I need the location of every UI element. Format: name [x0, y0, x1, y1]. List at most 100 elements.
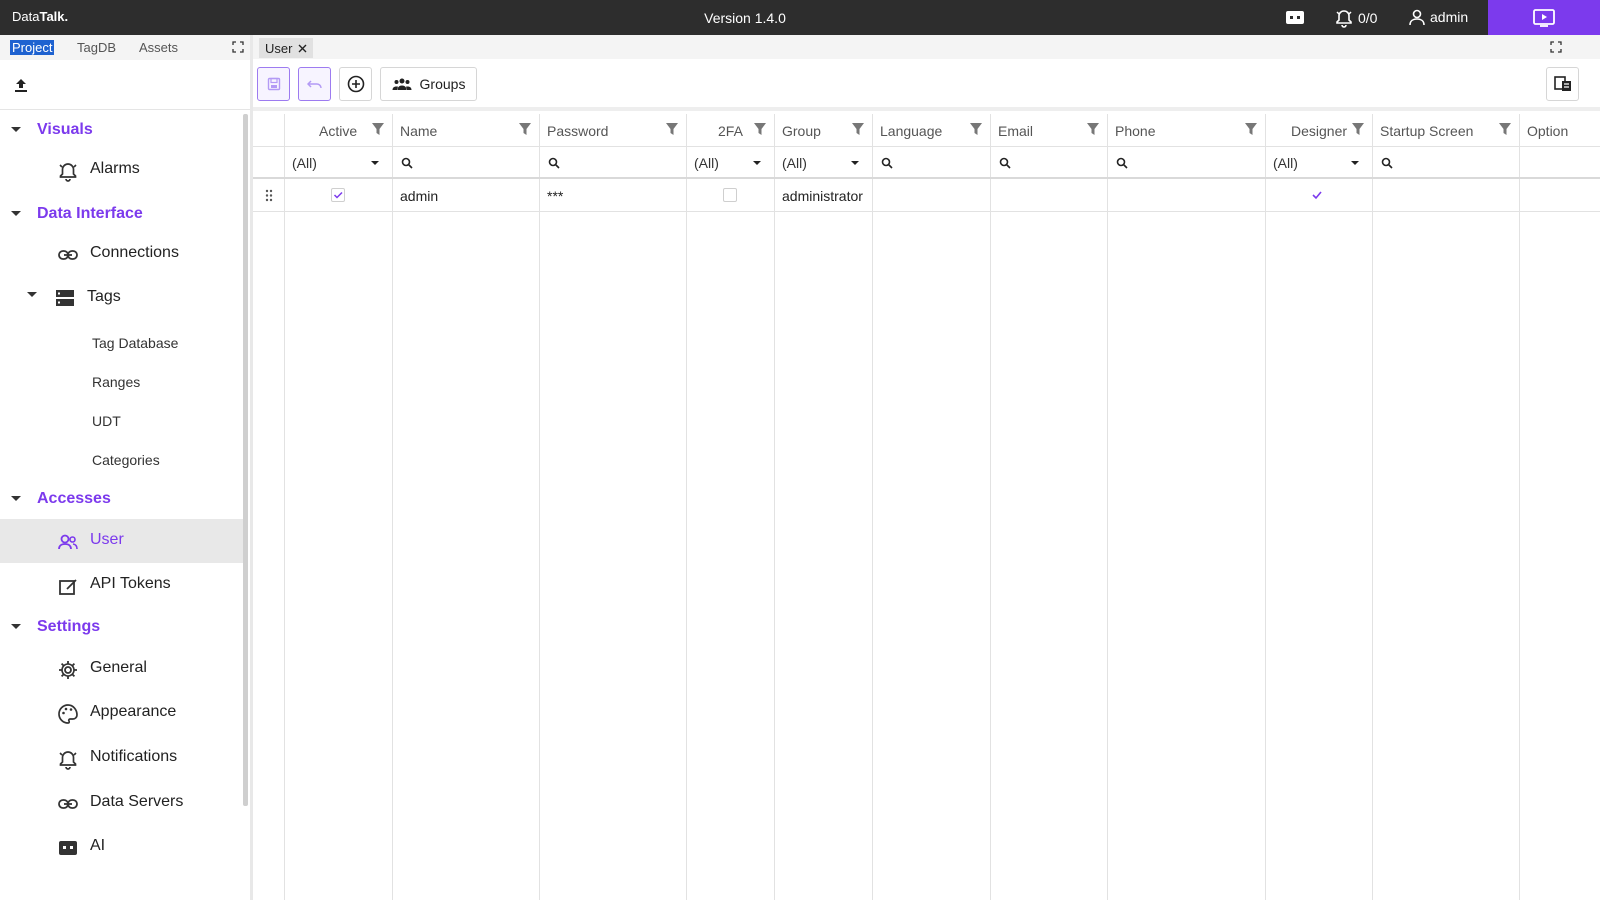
- close-icon[interactable]: [298, 44, 307, 53]
- filter-funnel-icon[interactable]: [1244, 122, 1258, 136]
- filter-funnel-icon[interactable]: [665, 122, 679, 136]
- caret-down-icon[interactable]: [371, 161, 379, 165]
- version-label: Version 1.4.0: [704, 10, 786, 26]
- col-header-phone[interactable]: Phone: [1115, 123, 1155, 139]
- expand-panel-icon[interactable]: [232, 41, 244, 53]
- tree-item-label: User: [90, 531, 124, 548]
- caret-down-icon[interactable]: [1351, 161, 1359, 165]
- groups-button[interactable]: Groups: [380, 67, 477, 101]
- cell-password[interactable]: ***: [547, 188, 563, 204]
- present-button[interactable]: [1488, 0, 1600, 35]
- tree-item-label: API Tokens: [90, 575, 171, 592]
- col-header-option[interactable]: Option: [1527, 123, 1568, 139]
- token-edit-icon: [59, 579, 77, 595]
- tree-item-alarms[interactable]: Alarms: [0, 148, 244, 192]
- gear-icon: [59, 661, 77, 679]
- col-header-designer[interactable]: Designer: [1291, 123, 1347, 139]
- caret-down-icon: [11, 496, 21, 501]
- search-icon[interactable]: [999, 157, 1011, 169]
- col-header-active[interactable]: Active: [319, 123, 357, 139]
- grid-divider: [392, 114, 393, 900]
- tab-project[interactable]: Project: [10, 40, 55, 55]
- tree-item-label: Notifications: [90, 748, 178, 765]
- active-checkbox[interactable]: [331, 188, 345, 202]
- tree-item-general[interactable]: General: [0, 647, 244, 691]
- tab-assets[interactable]: Assets: [139, 40, 178, 55]
- search-icon[interactable]: [1381, 157, 1393, 169]
- filter-funnel-icon[interactable]: [371, 122, 385, 136]
- filter-funnel-icon[interactable]: [753, 122, 767, 136]
- search-icon[interactable]: [548, 157, 560, 169]
- document-tabs: User: [253, 35, 1600, 59]
- tab-tagdb[interactable]: TagDB: [77, 40, 116, 55]
- twofa-checkbox[interactable]: [723, 188, 737, 202]
- search-icon[interactable]: [1116, 157, 1128, 169]
- top-bar: DataTalk. Version 1.4.0 0/0 admin: [0, 0, 1600, 35]
- designer-check-icon[interactable]: [1311, 189, 1323, 201]
- tree-item-data-servers[interactable]: Data Servers: [0, 781, 244, 825]
- filter-funnel-icon[interactable]: [1086, 122, 1100, 136]
- filter-funnel-icon[interactable]: [518, 122, 532, 136]
- user-menu[interactable]: admin: [1408, 8, 1468, 26]
- col-header-name[interactable]: Name: [400, 123, 437, 139]
- search-icon[interactable]: [881, 157, 893, 169]
- tree-item-api-tokens[interactable]: API Tokens: [0, 563, 244, 607]
- cell-name[interactable]: admin: [400, 188, 438, 204]
- tree-item-label: Data Servers: [90, 793, 184, 810]
- section-accesses[interactable]: Accesses: [0, 485, 244, 515]
- tree-item-ai[interactable]: AI: [0, 825, 244, 869]
- tree-item-label: General: [90, 659, 147, 676]
- grid-divider: [539, 114, 540, 900]
- drag-handle-icon[interactable]: [265, 189, 273, 202]
- filter-select-active[interactable]: (All): [292, 155, 317, 171]
- tree-item-label: AI: [90, 837, 106, 854]
- search-icon[interactable]: [401, 157, 413, 169]
- grid-divider: [284, 114, 285, 900]
- col-header-password[interactable]: Password: [547, 123, 608, 139]
- caret-down-icon[interactable]: [851, 161, 859, 165]
- col-header-2fa[interactable]: 2FA: [718, 123, 743, 139]
- section-data-interface[interactable]: Data Interface: [0, 200, 244, 230]
- section-settings[interactable]: Settings: [0, 613, 244, 643]
- ai-chat-icon[interactable]: [1285, 9, 1305, 25]
- alarm-counter[interactable]: 0/0: [1334, 8, 1377, 28]
- tree-item-notifications[interactable]: Notifications: [0, 736, 244, 780]
- table-row[interactable]: admin *** administrator: [253, 179, 1600, 212]
- tree-item-tag-database[interactable]: Tag Database: [92, 335, 178, 351]
- col-header-email[interactable]: Email: [998, 123, 1033, 139]
- left-toolbar: [0, 60, 250, 110]
- expand-panel-icon[interactable]: [1550, 41, 1562, 53]
- grid-divider: [1519, 114, 1520, 900]
- tree-item-tags[interactable]: Tags: [0, 280, 244, 316]
- tree-item-appearance[interactable]: Appearance: [0, 691, 244, 735]
- people-icon: [58, 534, 78, 550]
- upload-icon[interactable]: [12, 76, 30, 94]
- tree-item-udt[interactable]: UDT: [92, 413, 121, 429]
- tree-item-categories[interactable]: Categories: [92, 452, 160, 468]
- filter-funnel-icon[interactable]: [969, 122, 983, 136]
- save-button[interactable]: [257, 67, 290, 101]
- caret-down-icon: [11, 624, 21, 629]
- grid-divider: [1107, 114, 1108, 900]
- tab-user[interactable]: User: [259, 38, 314, 58]
- cell-group[interactable]: administrator: [782, 188, 863, 204]
- filter-select-designer[interactable]: (All): [1273, 155, 1298, 171]
- filter-funnel-icon[interactable]: [1351, 122, 1365, 136]
- tree-item-user[interactable]: User: [0, 519, 244, 563]
- column-chooser-button[interactable]: [1546, 67, 1579, 101]
- filter-select-2fa[interactable]: (All): [694, 155, 719, 171]
- filter-funnel-icon[interactable]: [851, 122, 865, 136]
- caret-down-icon[interactable]: [753, 161, 761, 165]
- filter-funnel-icon[interactable]: [1498, 122, 1512, 136]
- filter-select-group[interactable]: (All): [782, 155, 807, 171]
- col-header-language[interactable]: Language: [880, 123, 942, 139]
- col-header-startup-screen[interactable]: Startup Screen: [1380, 123, 1473, 139]
- tree-item-ranges[interactable]: Ranges: [92, 374, 140, 390]
- undo-button[interactable]: [298, 67, 331, 101]
- tree-item-connections[interactable]: Connections: [0, 232, 244, 276]
- col-header-group[interactable]: Group: [782, 123, 821, 139]
- add-user-button[interactable]: [339, 67, 372, 101]
- caret-down-icon: [11, 211, 21, 216]
- tree-scrollbar[interactable]: [243, 114, 248, 806]
- section-visuals[interactable]: Visuals: [0, 116, 244, 146]
